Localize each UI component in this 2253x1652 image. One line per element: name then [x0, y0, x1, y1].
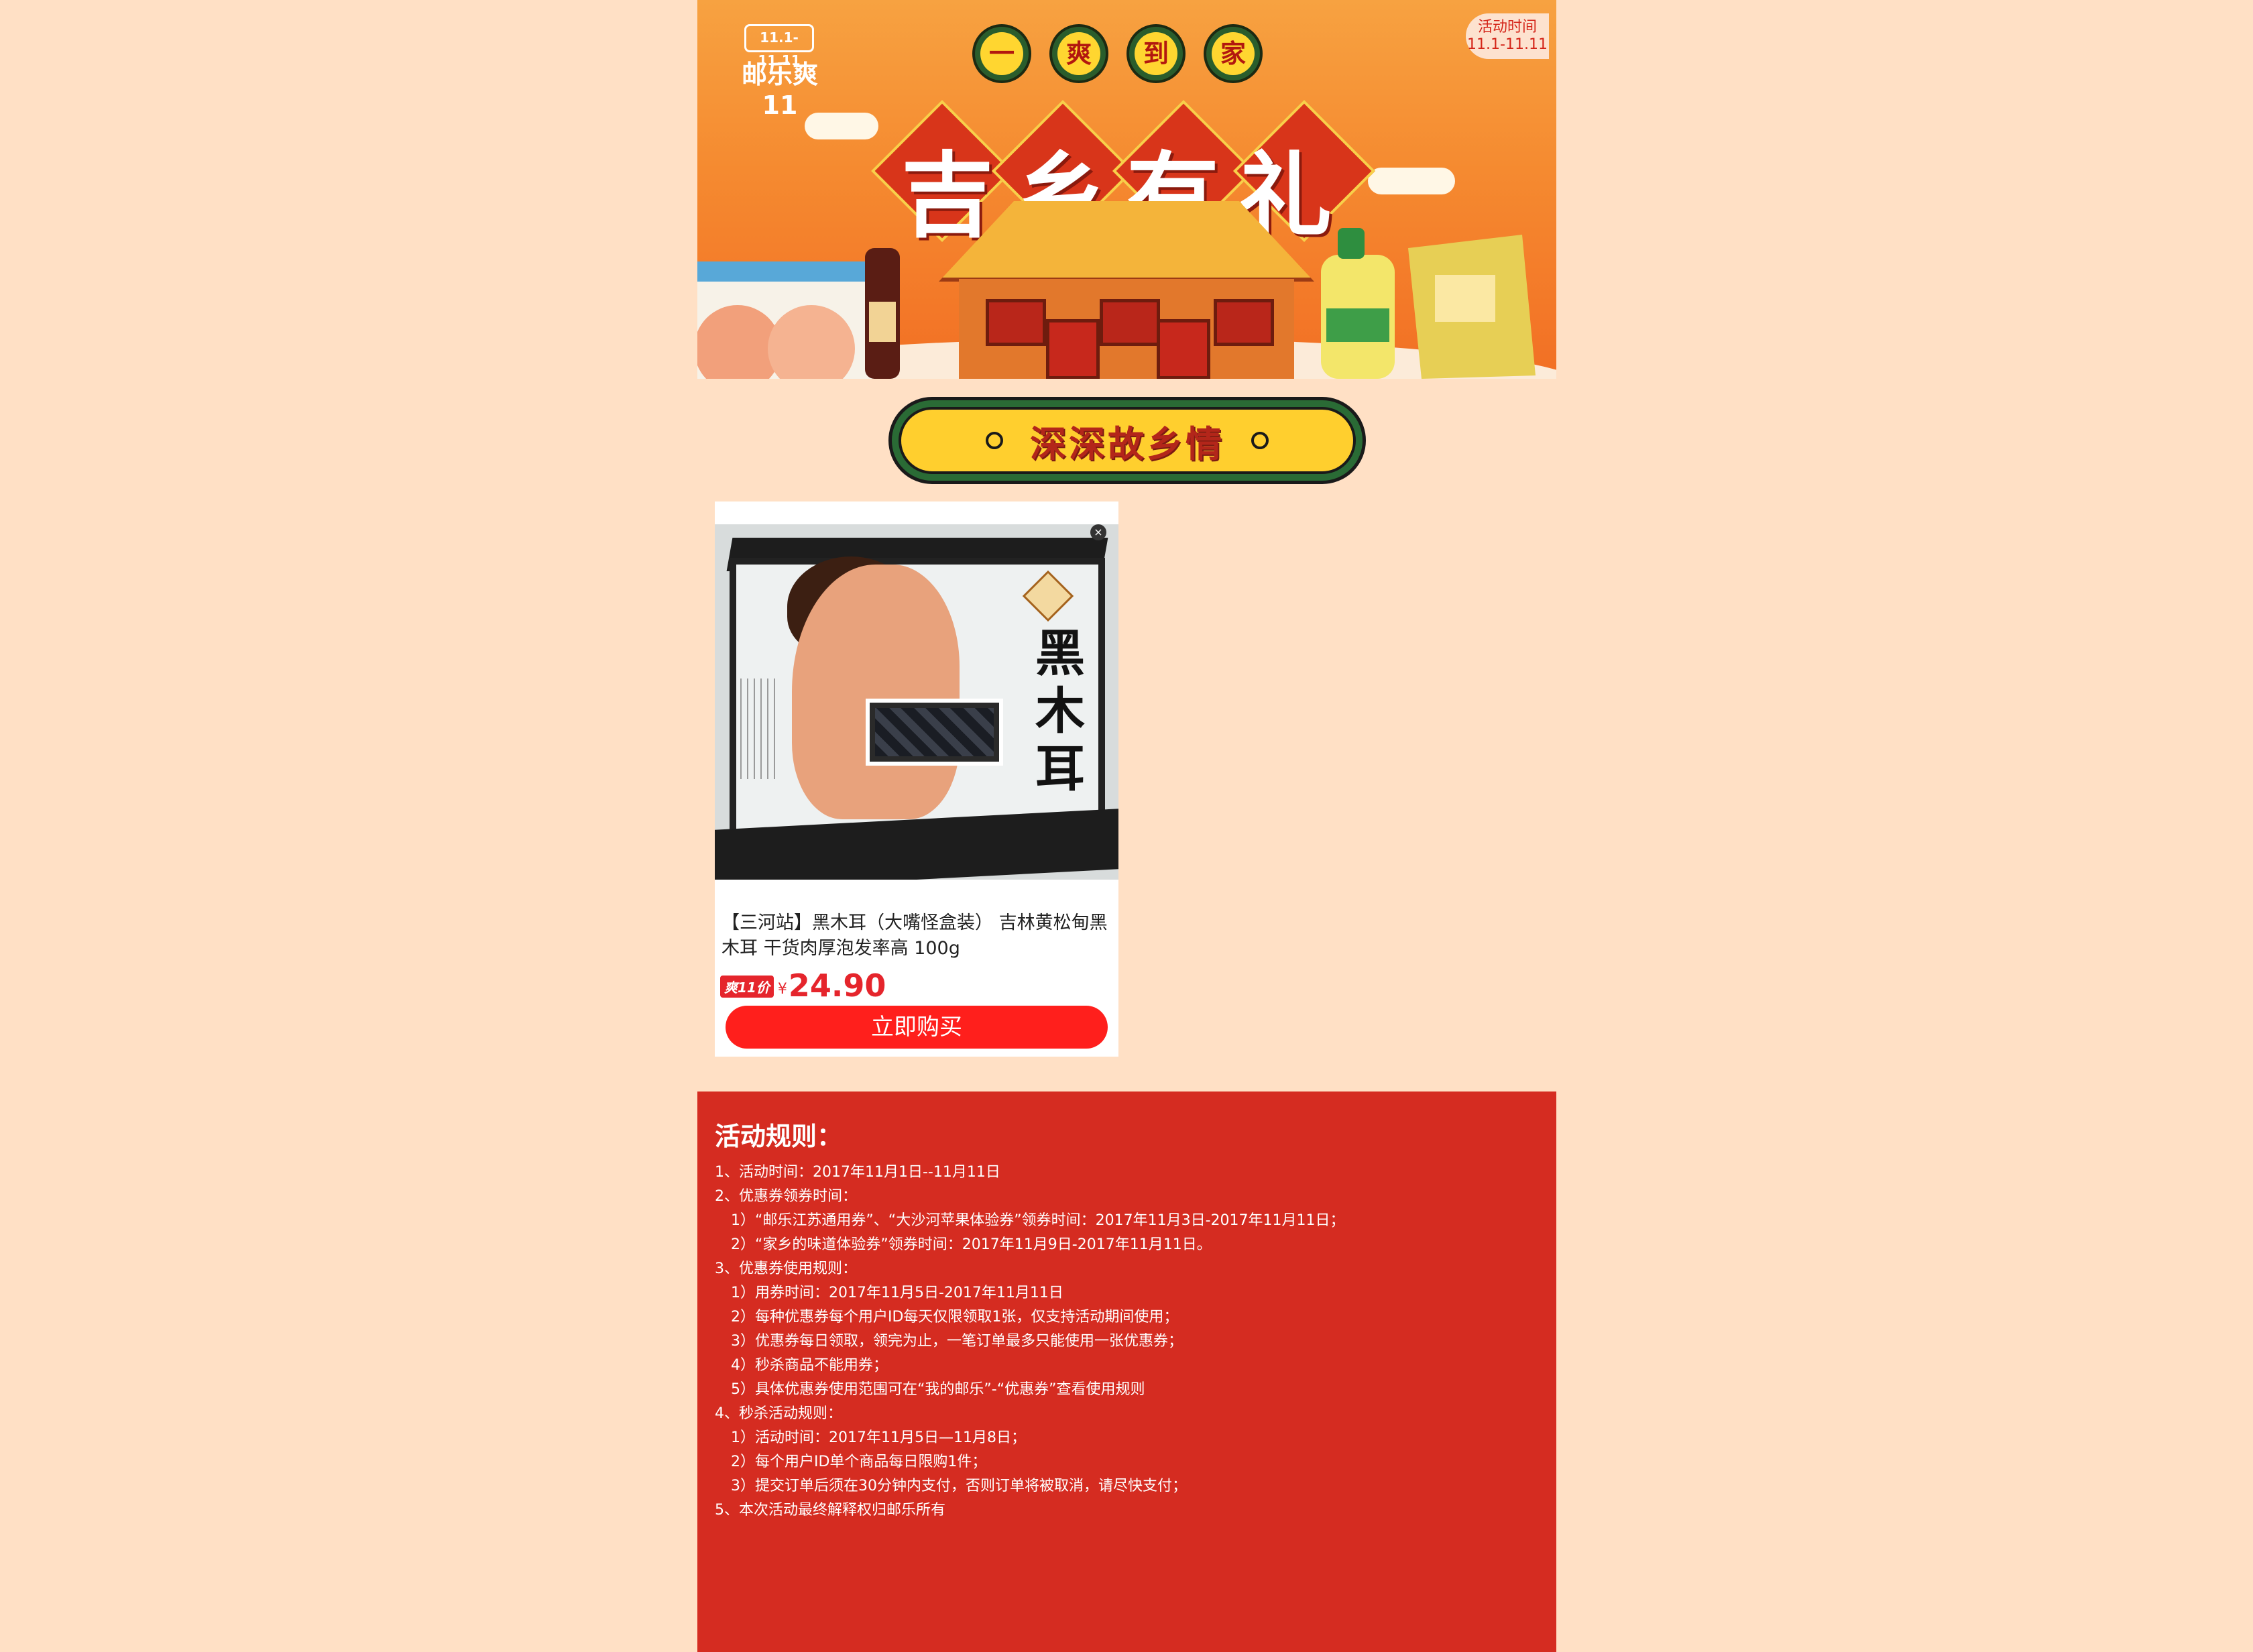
house-roof — [939, 201, 1314, 282]
rule-line: 3）提交订单后须在30分钟内支付，否则订单将被取消，请尽快支付； — [731, 1478, 1187, 1494]
rule-line: 1）“邮乐江苏通用券”、“大沙河苹果体验券”领券时间：2017年11月3日-20… — [731, 1212, 1345, 1229]
rule-line: 1、活动时间：2017年11月1日--11月11日 — [715, 1164, 1000, 1181]
product-title[interactable]: 【三河站】黑木耳（大嘴怪盒装） 吉林黄松甸黑木耳 干货肉厚泡发率高 100g — [721, 910, 1114, 961]
fungus-texture — [875, 708, 994, 756]
coin-icon: 一 — [972, 24, 1031, 83]
coin-char: 家 — [1212, 32, 1255, 75]
house-window — [986, 299, 1046, 346]
box-side-text — [740, 678, 775, 779]
coin-row: 一 爽 到 家 — [972, 24, 1281, 91]
house-wall — [959, 279, 1294, 379]
gift-goods-right — [1321, 228, 1536, 379]
rule-line: 3、优惠券使用规则： — [715, 1260, 857, 1277]
coin-char: 爽 — [1057, 32, 1100, 75]
swirl-icon — [1251, 432, 1269, 449]
activity-time-label: 活动时间 — [1477, 19, 1537, 36]
rules-list: 1、活动时间：2017年11月1日--11月11日 2、优惠券领券时间： 1）“邮乐… — [715, 1161, 1344, 1523]
rules-title: 活动规则： — [715, 1122, 843, 1151]
coin-icon: 爽 — [1049, 24, 1108, 83]
coin-char: 到 — [1135, 32, 1177, 75]
house-window — [1214, 299, 1274, 346]
rule-line: 5、本次活动最终解释权归邮乐所有 — [715, 1502, 945, 1519]
mascot-mouth — [866, 699, 1003, 766]
gift-goods-left — [697, 248, 900, 379]
activity-time-badge: 活动时间 11.1-11.11 — [1466, 13, 1549, 59]
mascot-face — [792, 565, 960, 819]
box-brand-name: 黑木耳 — [1035, 625, 1085, 798]
coin-char: 一 — [980, 32, 1023, 75]
hero-banner: 11.1-11.11 邮乐爽11 活动时间 11.1-11.11 一 爽 到 家… — [697, 0, 1556, 379]
activity-rules: 活动规则： 1、活动时间：2017年11月1日--11月11日 2、优惠券领券时间… — [697, 1092, 1556, 1652]
close-icon[interactable]: × — [1090, 524, 1106, 540]
coin-icon: 家 — [1204, 24, 1263, 83]
house-door — [1046, 319, 1100, 379]
house-illustration — [939, 201, 1314, 379]
rule-line: 3）优惠券每日领取，领完为止，一笔订单最多只能使用一张优惠券； — [731, 1333, 1183, 1350]
rule-line: 4、秒杀活动规则： — [715, 1405, 842, 1422]
coin-icon: 到 — [1126, 24, 1186, 83]
section-header-inner: 深深故乡情 — [899, 407, 1356, 474]
rule-line: 2）每个用户ID单个商品每日限购1件； — [731, 1454, 987, 1470]
rule-line: 2）每种优惠券每个用户ID每天仅限领取1张，仅支持活动期间使用； — [731, 1309, 1179, 1325]
rule-line: 2、优惠券领券时间： — [715, 1188, 857, 1205]
swirl-icon — [986, 432, 1003, 449]
price-row: 爽11价 ¥ 24.90 — [720, 968, 886, 1003]
buy-now-button[interactable]: 立即购买 — [726, 1006, 1108, 1049]
brand-logo[interactable]: 11.1-11.11 邮乐爽11 — [730, 16, 829, 120]
activity-time-range: 11.1-11.11 — [1467, 36, 1548, 53]
product-card[interactable]: 黑木耳 × 【三河站】黑木耳（大嘴怪盒装） 吉林黄松甸黑木耳 干货肉厚泡发率高 … — [715, 501, 1118, 1057]
currency-symbol: ¥ — [777, 981, 787, 998]
house-door — [1157, 319, 1210, 379]
price-badge: 爽11价 — [720, 976, 774, 998]
section-header: 深深故乡情 — [888, 397, 1366, 484]
product-price: 24.90 — [788, 967, 886, 1004]
rule-line: 4）秒杀商品不能用券； — [731, 1357, 888, 1374]
section-title: 深深故乡情 — [1030, 422, 1224, 465]
house-window — [1100, 299, 1160, 346]
activity-page: 11.1-11.11 邮乐爽11 活动时间 11.1-11.11 一 爽 到 家… — [697, 0, 1556, 1652]
logo-text: 邮乐爽11 — [741, 60, 818, 120]
rule-line: 5）具体优惠券使用范围可在“我的邮乐”-“优惠券”查看使用规则 — [731, 1381, 1145, 1398]
rule-line: 1）用券时间：2017年11月5日-2017年11月11日 — [731, 1285, 1063, 1301]
rule-line: 1）活动时间：2017年11月5日—11月8日； — [731, 1429, 1026, 1446]
rule-line: 2）“家乡的味道体验券”领券时间：2017年11月9日-2017年11月11日。 — [731, 1236, 1212, 1253]
logo-date-tag: 11.1-11.11 — [744, 24, 814, 68]
product-image[interactable]: 黑木耳 — [715, 524, 1118, 880]
